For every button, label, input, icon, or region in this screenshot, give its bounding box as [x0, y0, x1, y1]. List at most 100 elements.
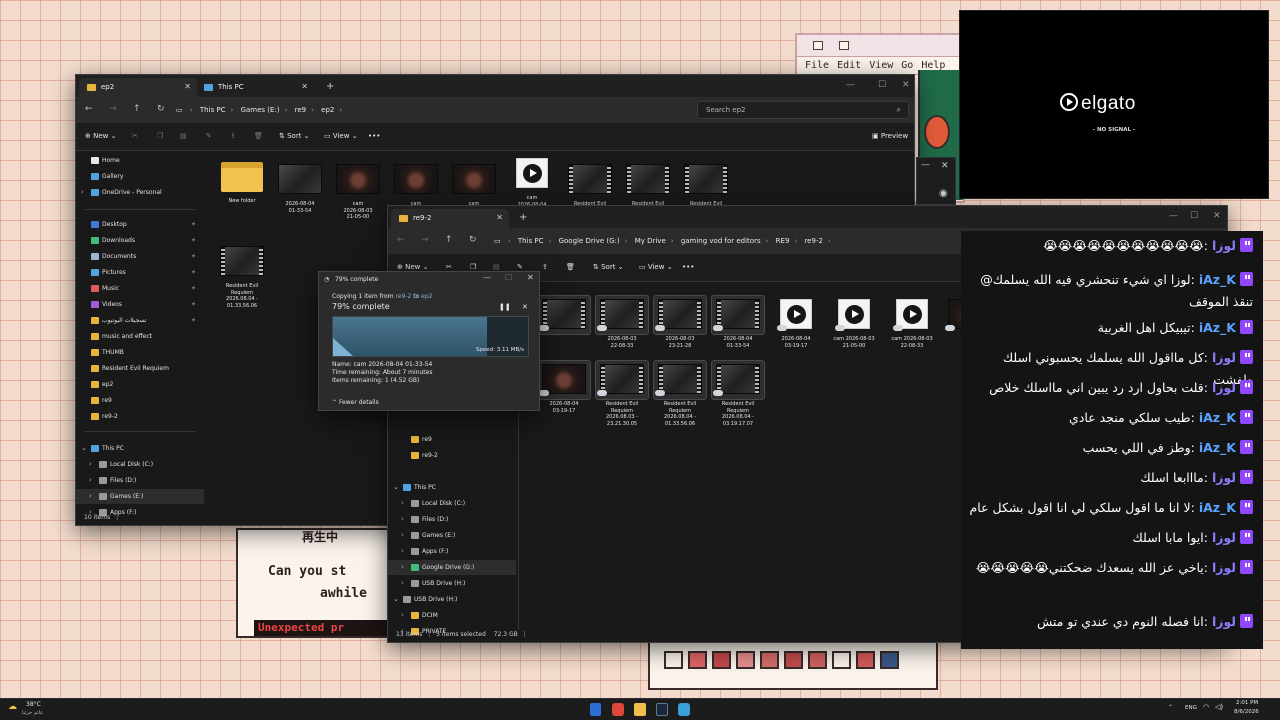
file-item[interactable]: 2026-08-04 01-33-54: [274, 161, 326, 214]
delete-icon[interactable]: 🗑: [254, 132, 263, 140]
delete-icon[interactable]: 🗑: [566, 263, 575, 271]
volume-icon[interactable]: ◁): [1215, 703, 1223, 711]
clock-date[interactable]: 8/6/2026: [1234, 709, 1259, 715]
chevron-icon[interactable]: ⌄: [393, 480, 399, 495]
view-button[interactable]: ▭ View ⌄: [639, 263, 673, 271]
forward-button[interactable]: →: [109, 104, 117, 114]
breadcrumb-item[interactable]: Games (E:): [241, 106, 280, 114]
nav-item[interactable]: ⌄ This PC: [388, 480, 516, 495]
minimize-button[interactable]: —: [846, 80, 855, 90]
file-item[interactable]: [537, 295, 591, 336]
new-button[interactable]: ⊕ New ⌄: [397, 263, 428, 271]
nav-item[interactable]: Videos ✦: [76, 297, 204, 312]
close-icon[interactable]: ✕: [301, 82, 308, 91]
breadcrumb-item[interactable]: My Drive: [635, 237, 666, 245]
sort-button[interactable]: ⇅ Sort ⌄: [593, 263, 624, 271]
clock-time[interactable]: 2:01 PM: [1236, 700, 1258, 706]
preview-button[interactable]: ▣ Preview: [872, 132, 908, 140]
breadcrumb-item[interactable]: This PC: [518, 237, 544, 245]
file-item[interactable]: 2026-08-04 03-19-17: [770, 296, 822, 349]
folder-item[interactable]: New folder: [216, 158, 268, 205]
nav-item[interactable]: › Files (D:): [388, 512, 516, 527]
nav-item[interactable]: Downloads ✦: [76, 233, 204, 248]
nav-item[interactable]: re9: [76, 393, 204, 408]
maximize-button[interactable]: ☐: [505, 273, 512, 282]
share-icon[interactable]: ⇪: [542, 263, 548, 271]
close-icon[interactable]: ✕: [184, 82, 191, 91]
nav-item[interactable]: › Google Drive (G:): [388, 560, 516, 575]
chevron-icon[interactable]: ›: [401, 560, 404, 575]
breadcrumb[interactable]: ▭ › This PC › Games (E:) › re9 › ep2 ›: [176, 101, 688, 119]
nav-item[interactable]: Music ✦: [76, 281, 204, 296]
file-item[interactable]: cam 2026-08-03 21-05-00: [828, 296, 880, 349]
rename-icon[interactable]: ✎: [206, 132, 212, 140]
maximize-button[interactable]: ☐: [1190, 211, 1198, 221]
new-tab-button[interactable]: +: [519, 212, 527, 223]
steam-icon[interactable]: [656, 703, 668, 716]
breadcrumb-item[interactable]: RE9: [776, 237, 790, 245]
chevron-icon[interactable]: ›: [401, 512, 404, 527]
nav-item[interactable]: › Local Disk (C:): [76, 457, 204, 472]
nav-item[interactable]: re9: [388, 432, 516, 447]
search-input[interactable]: Search ep2 ⌕: [697, 101, 909, 119]
chevron-icon[interactable]: ›: [401, 576, 404, 591]
tab-re9-2[interactable]: re9-2 ✕: [391, 209, 509, 228]
chevron-icon[interactable]: ›: [81, 185, 84, 200]
start-button[interactable]: [590, 703, 601, 716]
nav-item[interactable]: ⌄ This PC: [76, 441, 204, 456]
file-item[interactable]: 2026-08-03 22-08-33: [595, 295, 649, 349]
tray-overflow-icon[interactable]: ⌃: [1168, 704, 1173, 711]
dialog-close-button[interactable]: ✕: [527, 273, 534, 282]
pause-button[interactable]: ❚❚: [499, 303, 511, 311]
chevron-icon[interactable]: ›: [401, 496, 404, 511]
new-tab-button[interactable]: +: [326, 81, 334, 92]
file-item[interactable]: 2026-08-04 03-19-17: [537, 360, 591, 414]
share-icon[interactable]: ⇪: [230, 132, 236, 140]
new-button[interactable]: ⊕ New ⌄: [85, 132, 116, 140]
nav-item[interactable]: › DCIM: [388, 608, 516, 623]
breadcrumb-item[interactable]: ep2: [321, 106, 334, 114]
file-item[interactable]: Resident Evil Requiem 2026.08.04 - 01.33…: [653, 360, 707, 427]
nav-item[interactable]: › Apps (F:): [388, 544, 516, 559]
nav-item[interactable]: Home: [76, 153, 204, 168]
nav-item[interactable]: › OneDrive - Personal: [76, 185, 204, 200]
chevron-icon[interactable]: ⌄: [81, 441, 87, 456]
file-item[interactable]: 2026-08-03 23-21-28: [653, 295, 707, 349]
nav-item[interactable]: Pictures ✦: [76, 265, 204, 280]
nav-item[interactable]: Documents ✦: [76, 249, 204, 264]
view-button[interactable]: ▭ View ⌄: [324, 132, 358, 140]
file-item[interactable]: Resident Evil Requiem 2026.08.04 - 01.33…: [216, 243, 268, 309]
chevron-icon[interactable]: ›: [401, 608, 404, 623]
refresh-button[interactable]: ↻: [157, 104, 165, 114]
sort-button[interactable]: ⇅ Sort ⌄: [279, 132, 310, 140]
window-close-button[interactable]: ✕: [1213, 211, 1221, 221]
chevron-icon[interactable]: ›: [401, 544, 404, 559]
nav-item[interactable]: Gallery: [76, 169, 204, 184]
breadcrumb-item[interactable]: re9-2: [804, 237, 822, 245]
copy-icon[interactable]: ❐: [157, 132, 163, 140]
nav-item[interactable]: re9-2: [76, 409, 204, 424]
chevron-icon[interactable]: ›: [89, 457, 92, 472]
language-indicator[interactable]: ENG: [1185, 705, 1197, 711]
forward-button[interactable]: →: [421, 235, 429, 245]
more-options-icon[interactable]: •••: [368, 132, 380, 140]
chevron-icon[interactable]: ›: [89, 489, 92, 504]
file-item[interactable]: 2026-08-04 01-33-54: [711, 295, 765, 349]
file-explorer-icon[interactable]: [634, 703, 646, 716]
nav-item[interactable]: › USB Drive (H:): [388, 576, 516, 591]
tab-ep2[interactable]: ep2 ✕: [79, 78, 197, 97]
up-button[interactable]: ↑: [133, 104, 141, 114]
nav-item[interactable]: › Local Disk (C:): [388, 496, 516, 511]
more-options-icon[interactable]: •••: [682, 263, 694, 271]
up-button[interactable]: ↑: [445, 235, 453, 245]
nav-item[interactable]: Resident Evil Requiem: [76, 361, 204, 376]
cut-icon[interactable]: ✂: [132, 132, 138, 140]
chevron-icon[interactable]: ⌄: [393, 592, 399, 607]
nav-item[interactable]: re9-2: [388, 448, 516, 463]
nav-item[interactable]: THUMB: [76, 345, 204, 360]
close-icon[interactable]: ✕: [496, 213, 503, 222]
nav-item[interactable]: ep2: [76, 377, 204, 392]
back-button[interactable]: ←: [85, 104, 93, 114]
nav-item[interactable]: ⌄ USB Drive (H:): [388, 592, 516, 607]
nav-item[interactable]: › Games (E:): [76, 489, 204, 504]
